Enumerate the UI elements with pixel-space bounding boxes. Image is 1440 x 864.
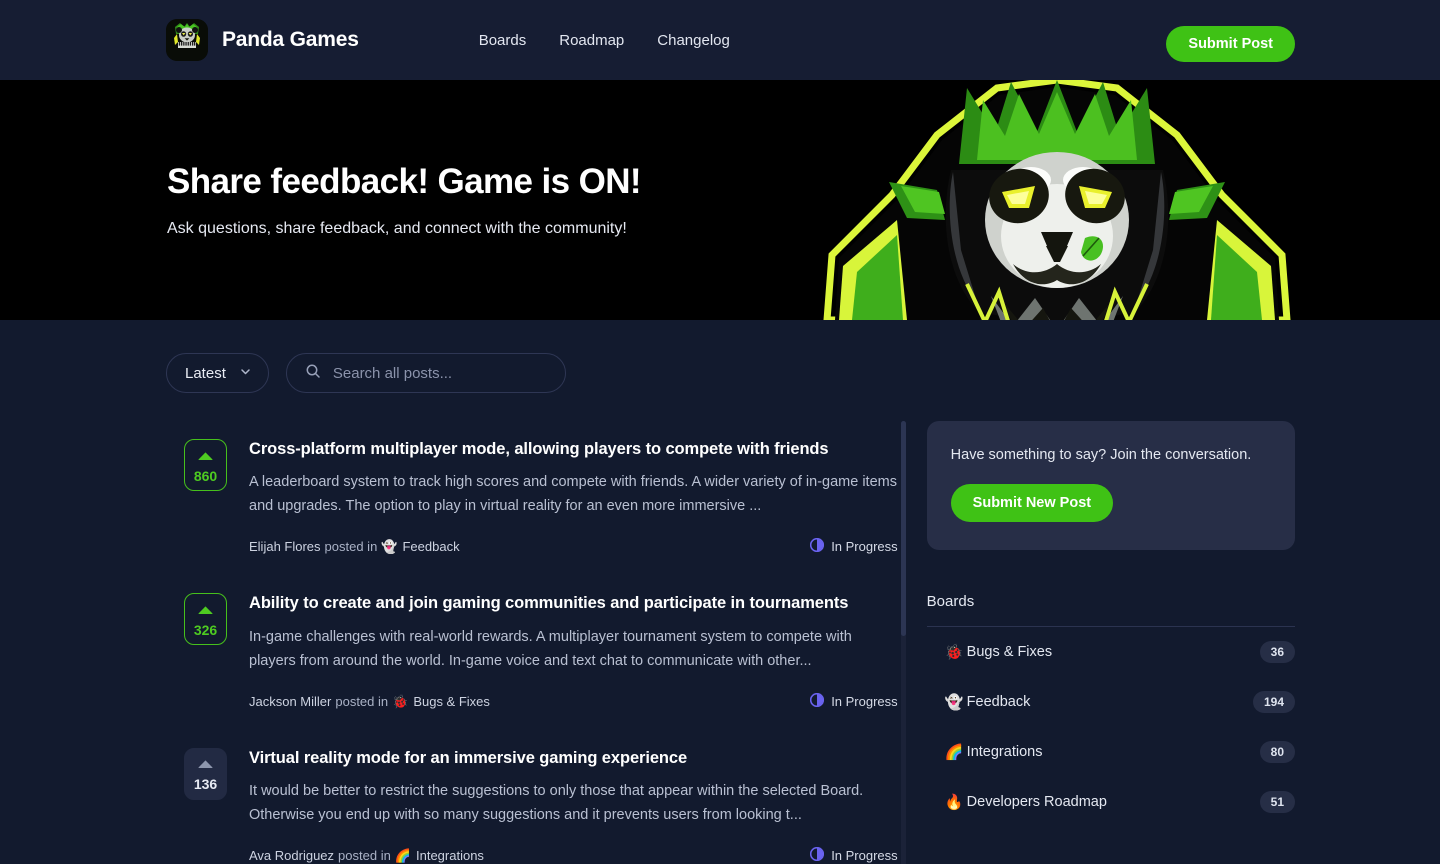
post-title[interactable]: Ability to create and join gaming commun…	[249, 593, 898, 614]
status-badge: In Progress	[810, 846, 898, 864]
post-meta: Elijah Flores posted in 👻 Feedback In Pr…	[249, 538, 898, 555]
upvote-button[interactable]: 326	[184, 593, 227, 646]
hero-text-block: Share feedback! Game is ON! Ask question…	[167, 80, 642, 320]
upvote-button[interactable]: 136	[184, 747, 227, 800]
nav-link-roadmap[interactable]: Roadmap	[559, 32, 624, 49]
cta-text: Have something to say? Join the conversa…	[950, 447, 1252, 463]
chevron-down-icon	[239, 365, 252, 382]
search-input[interactable]	[332, 364, 547, 382]
board-label: Bugs & Fixes	[966, 644, 1053, 660]
nav-link-changelog[interactable]: Changelog	[657, 32, 730, 49]
upvote-count: 326	[193, 621, 218, 638]
in-progress-icon	[810, 846, 825, 864]
posted-in-label: posted in	[335, 693, 389, 709]
post-board-name: Integrations	[416, 847, 484, 863]
post-byline: Ava Rodriguez posted in 🌈 Integrations	[249, 848, 484, 863]
board-count-badge: 36	[1259, 641, 1295, 663]
post-item[interactable]: 326 Ability to create and join gaming co…	[166, 575, 898, 729]
search-box[interactable]	[285, 353, 566, 393]
upvote-arrow-icon	[197, 602, 214, 620]
sidebar-board-integrations[interactable]: 🌈 Integrations 80	[927, 727, 1295, 777]
board-count-badge: 80	[1259, 741, 1295, 763]
post-byline: Jackson Miller posted in 🐞 Bugs & Fixes	[249, 694, 490, 709]
post-body: Cross-platform multiplayer mode, allowin…	[249, 439, 898, 555]
cta-card: Have something to say? Join the conversa…	[926, 421, 1295, 550]
board-emoji-icon: 👻	[381, 539, 398, 555]
post-description: In-game challenges with real-world rewar…	[249, 628, 852, 669]
post-title[interactable]: Cross-platform multiplayer mode, allowin…	[249, 439, 898, 460]
submit-post-button[interactable]: Submit Post	[1166, 26, 1295, 62]
board-emoji-icon: 👻	[944, 693, 964, 711]
submit-new-post-button[interactable]: Submit New Post	[950, 484, 1114, 522]
status-label: In Progress	[831, 693, 898, 709]
board-label: Developers Roadmap	[966, 794, 1107, 810]
upvote-count: 860	[193, 467, 218, 484]
board-label: Integrations	[966, 744, 1043, 760]
board-emoji-icon: 🔥	[944, 793, 964, 811]
board-emoji-icon: 🐞	[392, 693, 409, 709]
posted-in-label: posted in	[338, 847, 391, 863]
post-meta: Jackson Miller posted in 🐞 Bugs & Fixes	[249, 692, 898, 710]
panda-esports-mascot-illustration	[762, 80, 1352, 320]
post-description: It would be better to restrict the sugge…	[249, 783, 864, 823]
sidebar: Have something to say? Join the conversa…	[926, 421, 1295, 864]
board-emoji-icon: 🌈	[394, 847, 411, 863]
post-title[interactable]: Virtual reality mode for an immersive ga…	[249, 748, 898, 769]
search-icon	[305, 363, 321, 384]
posts-scrollbar-thumb[interactable]	[901, 421, 906, 636]
sidebar-board-feedback[interactable]: 👻 Feedback 194	[927, 677, 1295, 727]
post-author: Elijah Flores	[249, 539, 321, 555]
post-item[interactable]: 136 Virtual reality mode for an immersiv…	[166, 730, 898, 864]
status-badge: In Progress	[810, 538, 898, 555]
posts-scrollbar[interactable]	[901, 421, 906, 864]
posts-list: 860 Cross-platform multiplayer mode, all…	[166, 421, 898, 864]
hero-title: Share feedback! Game is ON!	[167, 162, 642, 202]
board-count-badge: 51	[1259, 791, 1295, 813]
post-description: A leaderboard system to track high score…	[249, 474, 897, 515]
sidebar-board-bugs-fixes[interactable]: 🐞 Bugs & Fixes 36	[927, 627, 1295, 677]
post-meta: Ava Rodriguez posted in 🌈 Integrations I…	[249, 846, 898, 864]
post-author: Ava Rodriguez	[249, 847, 335, 863]
board-count-badge: 194	[1252, 691, 1295, 713]
board-emoji-icon: 🌈	[944, 743, 964, 761]
site-header: Panda Games Boards Roadmap Changelog Sub…	[0, 0, 1440, 80]
sort-dropdown[interactable]: Latest	[166, 353, 269, 393]
content-columns: 860 Cross-platform multiplayer mode, all…	[166, 421, 1295, 864]
status-label: In Progress	[831, 847, 898, 863]
status-label: In Progress	[831, 539, 898, 555]
upvote-button[interactable]: 860	[184, 439, 227, 491]
upvote-count: 136	[193, 776, 218, 793]
upvote-arrow-icon	[197, 756, 214, 774]
brand[interactable]: Panda Games	[166, 19, 359, 61]
board-label: Feedback	[966, 694, 1031, 710]
brand-name: Panda Games	[222, 28, 359, 51]
hero-subtitle: Ask questions, share feedback, and conne…	[167, 219, 627, 237]
post-board-name: Feedback	[402, 539, 460, 555]
main-nav: Boards Roadmap Changelog	[479, 32, 730, 49]
post-author: Jackson Miller	[249, 693, 332, 709]
boards-heading: Boards	[926, 593, 975, 610]
upvote-arrow-icon	[197, 448, 214, 466]
posted-in-label: posted in	[324, 539, 378, 555]
board-emoji-icon: 🐞	[944, 643, 964, 661]
sidebar-board-developers-roadmap[interactable]: 🔥 Developers Roadmap 51	[927, 777, 1295, 827]
post-board-link[interactable]: 👻 Feedback	[381, 539, 459, 554]
in-progress-icon	[810, 538, 825, 555]
post-board-name: Bugs & Fixes	[413, 693, 490, 709]
nav-link-boards[interactable]: Boards	[479, 32, 527, 49]
post-body: Ability to create and join gaming commun…	[249, 593, 898, 709]
main-content: Latest Search all posts... 860 Cross-pla…	[0, 320, 1440, 864]
hero-banner: Share feedback! Game is ON! Ask question…	[0, 80, 1440, 320]
post-body: Virtual reality mode for an immersive ga…	[249, 748, 898, 864]
post-board-link[interactable]: 🌈 Integrations	[395, 848, 484, 863]
post-board-link[interactable]: 🐞 Bugs & Fixes	[392, 694, 490, 709]
in-progress-icon	[810, 692, 825, 710]
sort-dropdown-value: Latest	[185, 364, 226, 382]
post-item[interactable]: 860 Cross-platform multiplayer mode, all…	[166, 421, 898, 575]
panda-mascot-icon	[166, 19, 208, 61]
posts-toolbar: Latest	[166, 320, 1295, 393]
post-byline: Elijah Flores posted in 👻 Feedback	[249, 539, 460, 554]
status-badge: In Progress	[810, 692, 898, 710]
